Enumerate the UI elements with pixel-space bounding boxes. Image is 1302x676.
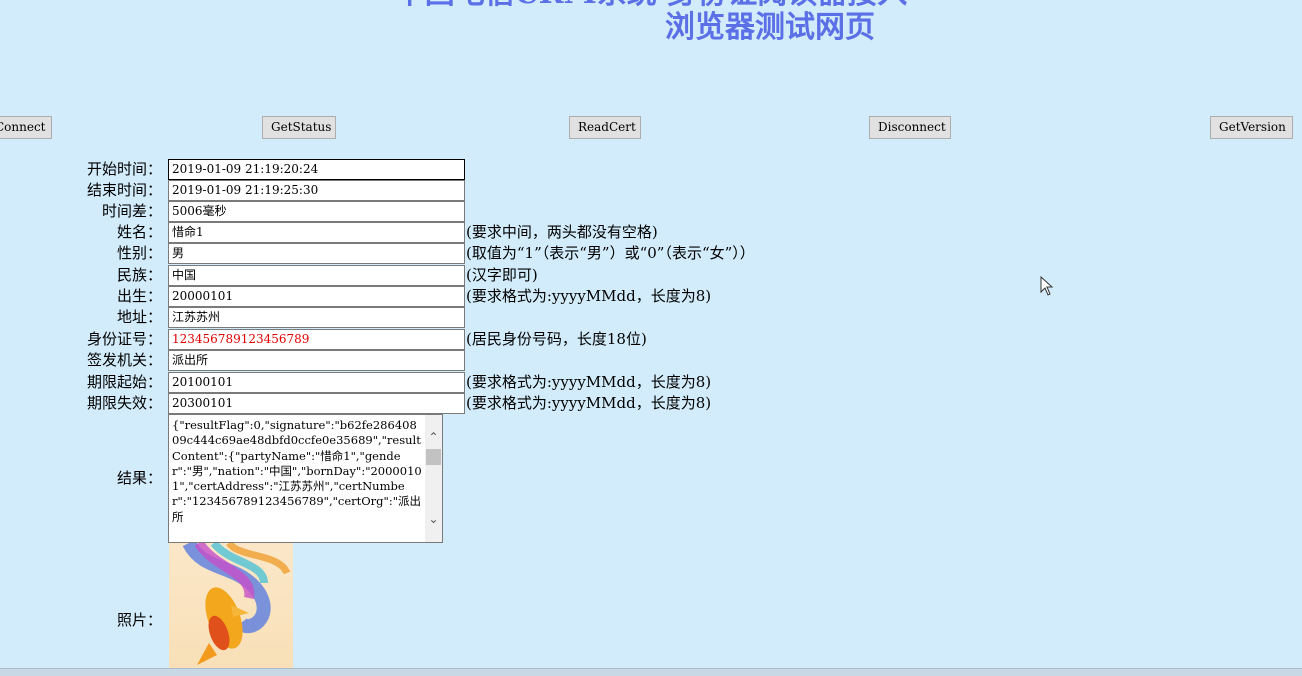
connect-button[interactable]: Connect [0, 116, 52, 139]
id-photo [169, 543, 293, 669]
gender-label: 性别： [116, 244, 162, 262]
disconnect-button[interactable]: Disconnect [869, 116, 951, 139]
time-diff-field[interactable]: 5006毫秒 [168, 201, 465, 222]
issuer-label: 签发机关： [86, 351, 162, 369]
scroll-thumb[interactable] [426, 449, 441, 465]
valid-from-label: 期限起始： [86, 373, 162, 391]
name-label: 姓名： [116, 223, 162, 241]
result-text: {"resultFlag":0,"signature":"b62fe286408… [172, 418, 422, 524]
gender-hint: (取值为“1”（表示“男”）或“0”（表示“女”）） [466, 244, 755, 262]
valid-from-field[interactable]: 20100101 [168, 372, 465, 393]
get-status-button[interactable]: GetStatus [262, 116, 336, 139]
end-time-field[interactable]: 2019-01-09 21:19:25:30 [168, 180, 465, 201]
end-time-label: 结束时间： [86, 181, 162, 199]
address-field[interactable]: 江苏苏州 [168, 307, 465, 328]
get-version-button[interactable]: GetVersion [1210, 116, 1293, 139]
valid-to-field[interactable]: 20300101 [168, 393, 465, 414]
time-diff-label: 时间差： [101, 202, 162, 220]
result-label: 结果： [116, 469, 162, 487]
name-field[interactable]: 惜命1 [168, 222, 465, 243]
name-hint: (要求中间，两头都没有空格) [466, 223, 658, 241]
address-label: 地址： [116, 308, 162, 326]
valid-to-label: 期限失效： [86, 394, 162, 412]
gender-field[interactable]: 男 [168, 243, 465, 264]
nation-label: 民族： [116, 266, 162, 284]
birth-field[interactable]: 20000101 [168, 286, 465, 307]
nation-hint: (汉字即可) [466, 266, 538, 284]
result-scrollbar[interactable]: ⌃ ⌄ [425, 415, 442, 542]
id-number-hint: (居民身份号码，长度18位) [466, 330, 647, 348]
birth-hint: (要求格式为:yyyyMMdd，长度为8) [466, 287, 712, 305]
scroll-up-icon[interactable]: ⌃ [425, 429, 442, 446]
id-number-label: 身份证号： [86, 330, 162, 348]
birth-label: 出生： [116, 287, 162, 305]
result-textarea[interactable]: {"resultFlag":0,"signature":"b62fe286408… [168, 414, 443, 543]
issuer-field[interactable]: 派出所 [168, 350, 465, 371]
mouse-cursor-icon [1040, 276, 1054, 296]
scroll-down-icon[interactable]: ⌄ [425, 511, 442, 528]
start-time-field[interactable]: 2019-01-09 21:19:20:24 [168, 159, 465, 180]
valid-to-hint: (要求格式为:yyyyMMdd，长度为8) [466, 394, 712, 412]
id-number-field[interactable]: 123456789123456789 [168, 329, 465, 350]
photo-label: 照片： [116, 611, 162, 629]
valid-from-hint: (要求格式为:yyyyMMdd，长度为8) [466, 373, 712, 391]
read-cert-button[interactable]: ReadCert [569, 116, 641, 139]
start-time-label: 开始时间： [86, 160, 162, 178]
koi-fish-image [182, 543, 291, 665]
nation-field[interactable]: 中国 [168, 265, 465, 286]
page-title-line2: 浏览器测试网页 [665, 10, 875, 45]
